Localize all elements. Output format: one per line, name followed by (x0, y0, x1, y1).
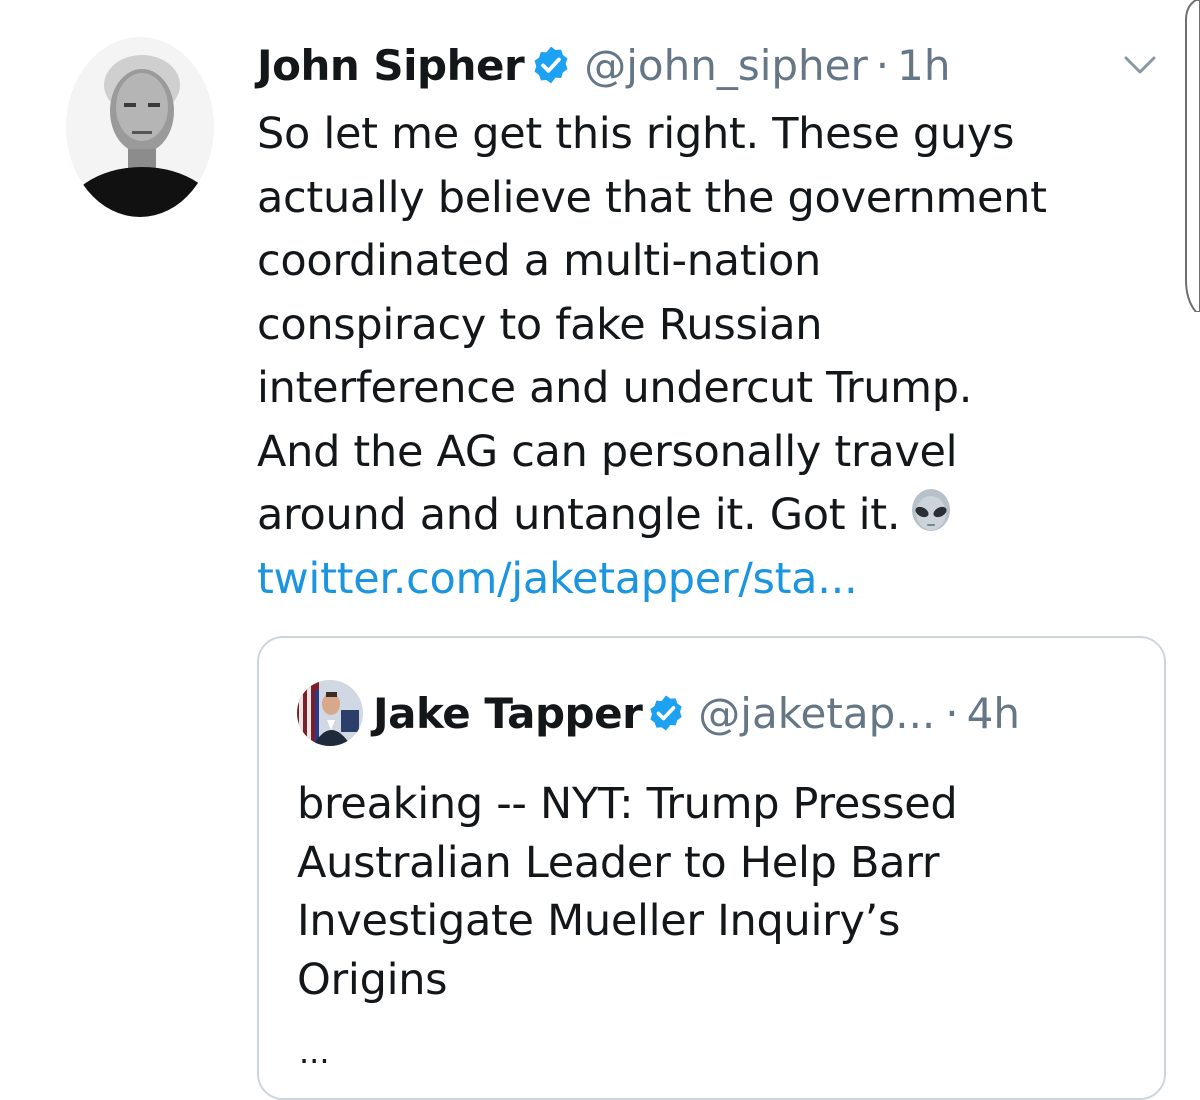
tweet[interactable]: John Sipher @john_sipher · 1h So let me … (0, 0, 1200, 1100)
quoted-text-line: Origins (297, 954, 448, 1005)
tweet-header: John Sipher @john_sipher · 1h (257, 30, 950, 100)
tweet-timestamp[interactable]: 1h (897, 41, 950, 90)
tweet-text-line: And the AG can personally travel (257, 426, 958, 477)
tweet-link[interactable]: twitter.com/jaketapper/sta... (257, 548, 1177, 612)
tweet-text-line: actually believe that the government (257, 172, 1047, 223)
separator-dot: · (945, 688, 959, 738)
quoted-tweet-ellipsis: ... (299, 1033, 330, 1071)
chevron-down-icon[interactable] (1120, 50, 1160, 80)
tweet-text-line: coordinated a multi-nation (257, 236, 821, 286)
quoted-author-avatar[interactable] (297, 680, 363, 746)
verified-badge-icon (530, 44, 572, 86)
quoted-tweet-timestamp[interactable]: 4h (967, 689, 1020, 738)
author-avatar[interactable] (66, 37, 214, 217)
tweet-text-line-last: around and untangle it. Got it. (257, 484, 1177, 548)
quoted-text-line: breaking -- NYT: Trump Pressed (297, 779, 958, 829)
quoted-author-display-name[interactable]: Jake Tapper (373, 689, 643, 738)
tweet-text-line-content: around and untangle it. Got it. (257, 490, 901, 540)
tweet-text-line: So let me get this right. These guys (257, 109, 1015, 159)
author-handle[interactable]: @john_sipher (584, 41, 868, 90)
verified-badge-icon (646, 693, 686, 733)
quoted-text-line: Investigate Mueller Inquiry’s (297, 896, 901, 946)
screen-edge-curve (1182, 0, 1200, 313)
tweet-text: So let me get this right. These guys act… (257, 103, 1177, 611)
quoted-tweet-card[interactable]: Jake Tapper @jaketap... · 4h breaking --… (257, 636, 1166, 1100)
quoted-tweet-text: breaking -- NYT: Trump Pressed Australia… (297, 775, 1137, 1009)
quoted-tweet-header: Jake Tapper @jaketap... · 4h (297, 680, 1020, 746)
author-display-name[interactable]: John Sipher (257, 41, 525, 90)
quoted-author-handle[interactable]: @jaketap... (698, 689, 935, 738)
tweet-text-line: interference and undercut Trump. (257, 363, 973, 413)
alien-emoji-icon (908, 489, 954, 535)
quoted-text-line: Australian Leader to Help Barr (297, 837, 940, 888)
separator-dot: · (875, 40, 890, 90)
tweet-text-line: conspiracy to fake Russian (257, 299, 823, 350)
